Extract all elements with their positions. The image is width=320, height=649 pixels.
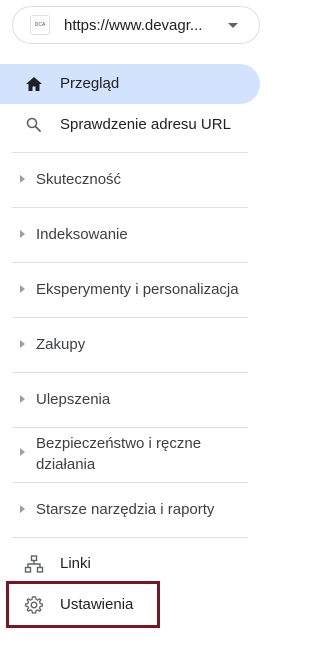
section-label: Skuteczność: [36, 171, 122, 188]
search-icon: [26, 117, 41, 132]
site-favicon: DCA: [30, 15, 50, 35]
property-url: https://www.devagr...: [64, 17, 203, 34]
divider: [12, 152, 248, 153]
section-label: Starsze narzędzia i raporty: [36, 501, 215, 518]
chevron-right-icon: [20, 340, 25, 348]
chevron-right-icon: [20, 285, 25, 293]
section-shopping[interactable]: Zakupy: [0, 334, 260, 355]
divider: [12, 482, 248, 483]
nav-item-label: Linki: [60, 555, 91, 572]
section-experiments[interactable]: Eksperymenty i personalizacja: [0, 279, 260, 300]
divider: [12, 537, 248, 538]
chevron-right-icon: [20, 395, 25, 403]
home-icon: [26, 77, 42, 91]
nav-item-url-inspection[interactable]: Sprawdzenie adresu URL: [0, 105, 260, 145]
section-label: Indeksowanie: [36, 226, 128, 243]
section-label: Ulepszenia: [36, 391, 111, 408]
sitemap-icon: [24, 555, 44, 573]
divider: [12, 317, 248, 318]
divider: [12, 262, 248, 263]
section-indexing[interactable]: Indeksowanie: [0, 224, 260, 245]
section-enhancements[interactable]: Ulepszenia: [0, 389, 260, 410]
divider: [12, 427, 248, 428]
section-label: Zakupy: [36, 336, 86, 353]
nav-item-links[interactable]: Linki: [0, 544, 260, 584]
property-selector[interactable]: DCA https://www.devagr...: [12, 6, 260, 44]
nav-item-overview[interactable]: Przegląd: [0, 64, 260, 104]
chevron-right-icon: [20, 505, 25, 513]
nav-item-label: Przegląd: [60, 75, 120, 92]
divider: [12, 372, 248, 373]
divider: [12, 207, 248, 208]
section-security[interactable]: Bezpieczeństwo i ręczne działania: [0, 433, 260, 475]
section-label: Eksperymenty i personalizacja: [36, 281, 239, 298]
section-performance[interactable]: Skuteczność: [0, 169, 260, 190]
highlight-box: [6, 581, 160, 628]
caret-down-icon: [228, 23, 238, 28]
chevron-right-icon: [20, 448, 25, 456]
section-label: Bezpieczeństwo i ręczne działania: [36, 435, 202, 473]
chevron-right-icon: [20, 175, 25, 183]
section-legacy-tools[interactable]: Starsze narzędzia i raporty: [0, 499, 260, 520]
nav-item-label: Sprawdzenie adresu URL: [60, 116, 231, 133]
chevron-right-icon: [20, 230, 25, 238]
